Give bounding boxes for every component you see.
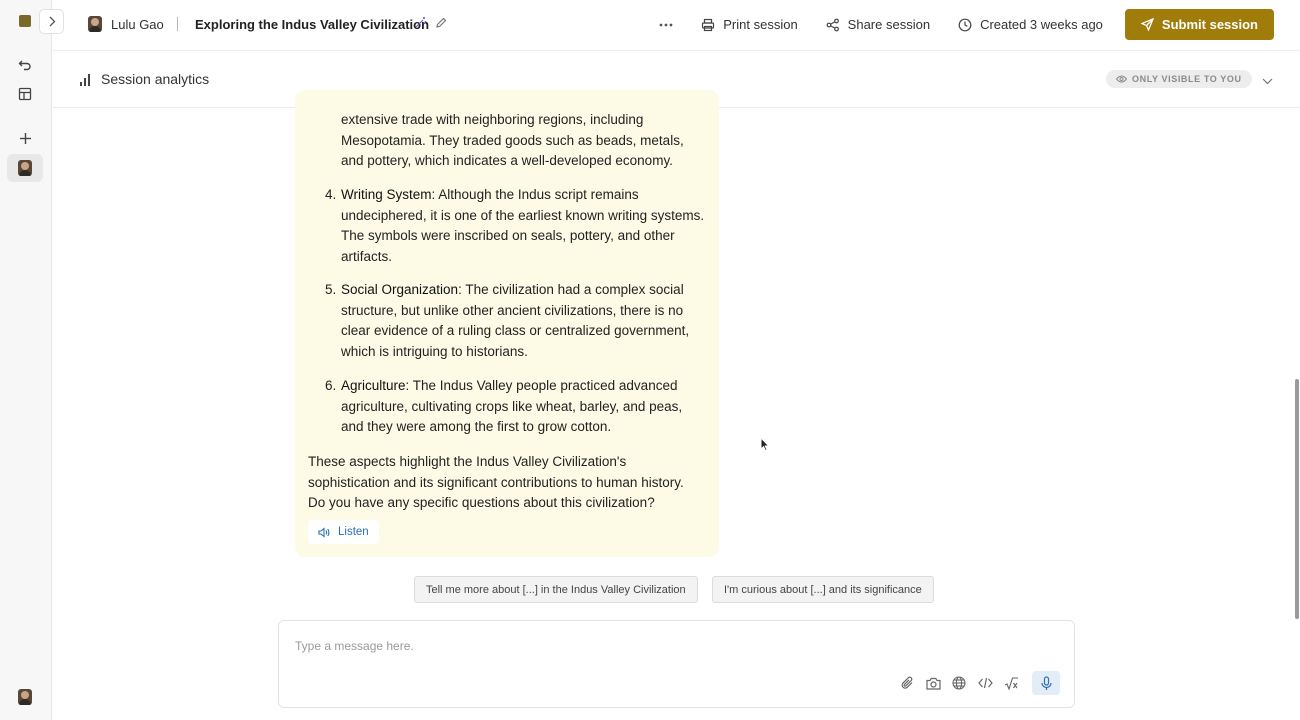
left-rail — [0, 0, 52, 720]
top-bar: Lulu Gao Exploring the Indus Valley Civi… — [53, 0, 1300, 51]
session-analytics-label: Session analytics — [101, 71, 210, 87]
eye-icon — [1116, 75, 1127, 83]
chevron-down-icon[interactable] — [1262, 72, 1273, 90]
share-icon — [826, 18, 839, 31]
list-number: 5. — [325, 282, 337, 297]
ellipsis-icon — [659, 23, 673, 26]
user-name: Lulu Gao — [111, 16, 164, 32]
visibility-badge: ONLY VISIBLE TO YOU — [1106, 70, 1252, 88]
code-icon[interactable] — [976, 674, 994, 692]
avatar — [88, 16, 102, 32]
session-owner: Lulu Gao — [88, 16, 164, 32]
page-title: Exploring the Indus Valley Civilization — [195, 17, 430, 32]
send-icon — [1140, 18, 1154, 31]
divider — [177, 17, 178, 31]
assistant-message: extensive trade with neighboring regions… — [295, 90, 719, 557]
visibility-label: ONLY VISIBLE TO YOU — [1132, 74, 1242, 84]
globe-icon[interactable] — [950, 674, 968, 692]
mouse-cursor-icon — [760, 436, 770, 457]
share-session-button[interactable]: Share session — [826, 17, 930, 32]
suggestion-chip[interactable]: Tell me more about [...] in the Indus Va… — [414, 576, 698, 603]
list-item-term: Writing System — [341, 187, 432, 202]
speaker-icon — [318, 526, 330, 538]
active-session-avatar[interactable] — [7, 154, 43, 182]
camera-icon[interactable] — [924, 674, 942, 692]
scrollbar-thumb[interactable] — [1295, 379, 1299, 619]
listen-label: Listen — [338, 526, 369, 538]
profile-avatar[interactable] — [7, 683, 43, 711]
layout-icon[interactable] — [7, 80, 43, 108]
avatar — [18, 689, 32, 705]
list-item: 4. Writing System: Although the Indus sc… — [325, 185, 706, 267]
list-item-term: Agriculture — [341, 378, 406, 393]
listen-button[interactable]: Listen — [308, 520, 379, 544]
print-session-label: Print session — [723, 17, 798, 32]
message-input[interactable] — [295, 639, 1035, 653]
new-session-plus-icon[interactable] — [7, 124, 43, 152]
message-closing-paragraph: These aspects highlight the Indus Valley… — [308, 454, 684, 510]
created-label: Created 3 weeks ago — [980, 17, 1103, 32]
edit-pencil-icon[interactable] — [435, 16, 447, 34]
printer-icon — [702, 18, 715, 31]
expand-sidebar-button[interactable] — [39, 9, 64, 34]
avatar — [18, 160, 32, 176]
microphone-button[interactable] — [1032, 671, 1060, 695]
list-item-term: Social Organization — [341, 282, 459, 297]
magic-wand-icon[interactable] — [414, 16, 427, 34]
list-number: 6. — [325, 378, 337, 393]
list-item-continuation: extensive trade with neighboring regions… — [341, 112, 684, 168]
clock-icon — [958, 18, 972, 31]
math-formula-icon[interactable] — [1002, 674, 1020, 692]
bar-chart-icon — [80, 73, 90, 86]
submit-session-label: Submit session — [1161, 17, 1258, 32]
created-timestamp: Created 3 weeks ago — [958, 17, 1103, 32]
back-arrow-icon[interactable] — [7, 51, 43, 79]
list-number: 4. — [325, 187, 337, 202]
list-item: 6. Agriculture: The Indus Valley people … — [325, 376, 706, 438]
attach-paperclip-icon[interactable] — [898, 674, 916, 692]
list-item: 5. Social Organization: The civilization… — [325, 280, 706, 362]
share-session-label: Share session — [847, 17, 931, 32]
suggestion-chip[interactable]: I'm curious about [...] and its signific… — [712, 576, 934, 603]
message-composer — [278, 620, 1075, 708]
print-session-button[interactable]: Print session — [701, 17, 798, 32]
app-logo — [19, 15, 31, 27]
more-options-button[interactable] — [659, 23, 673, 27]
microphone-icon — [1040, 675, 1052, 690]
submit-session-button[interactable]: Submit session — [1124, 9, 1274, 40]
